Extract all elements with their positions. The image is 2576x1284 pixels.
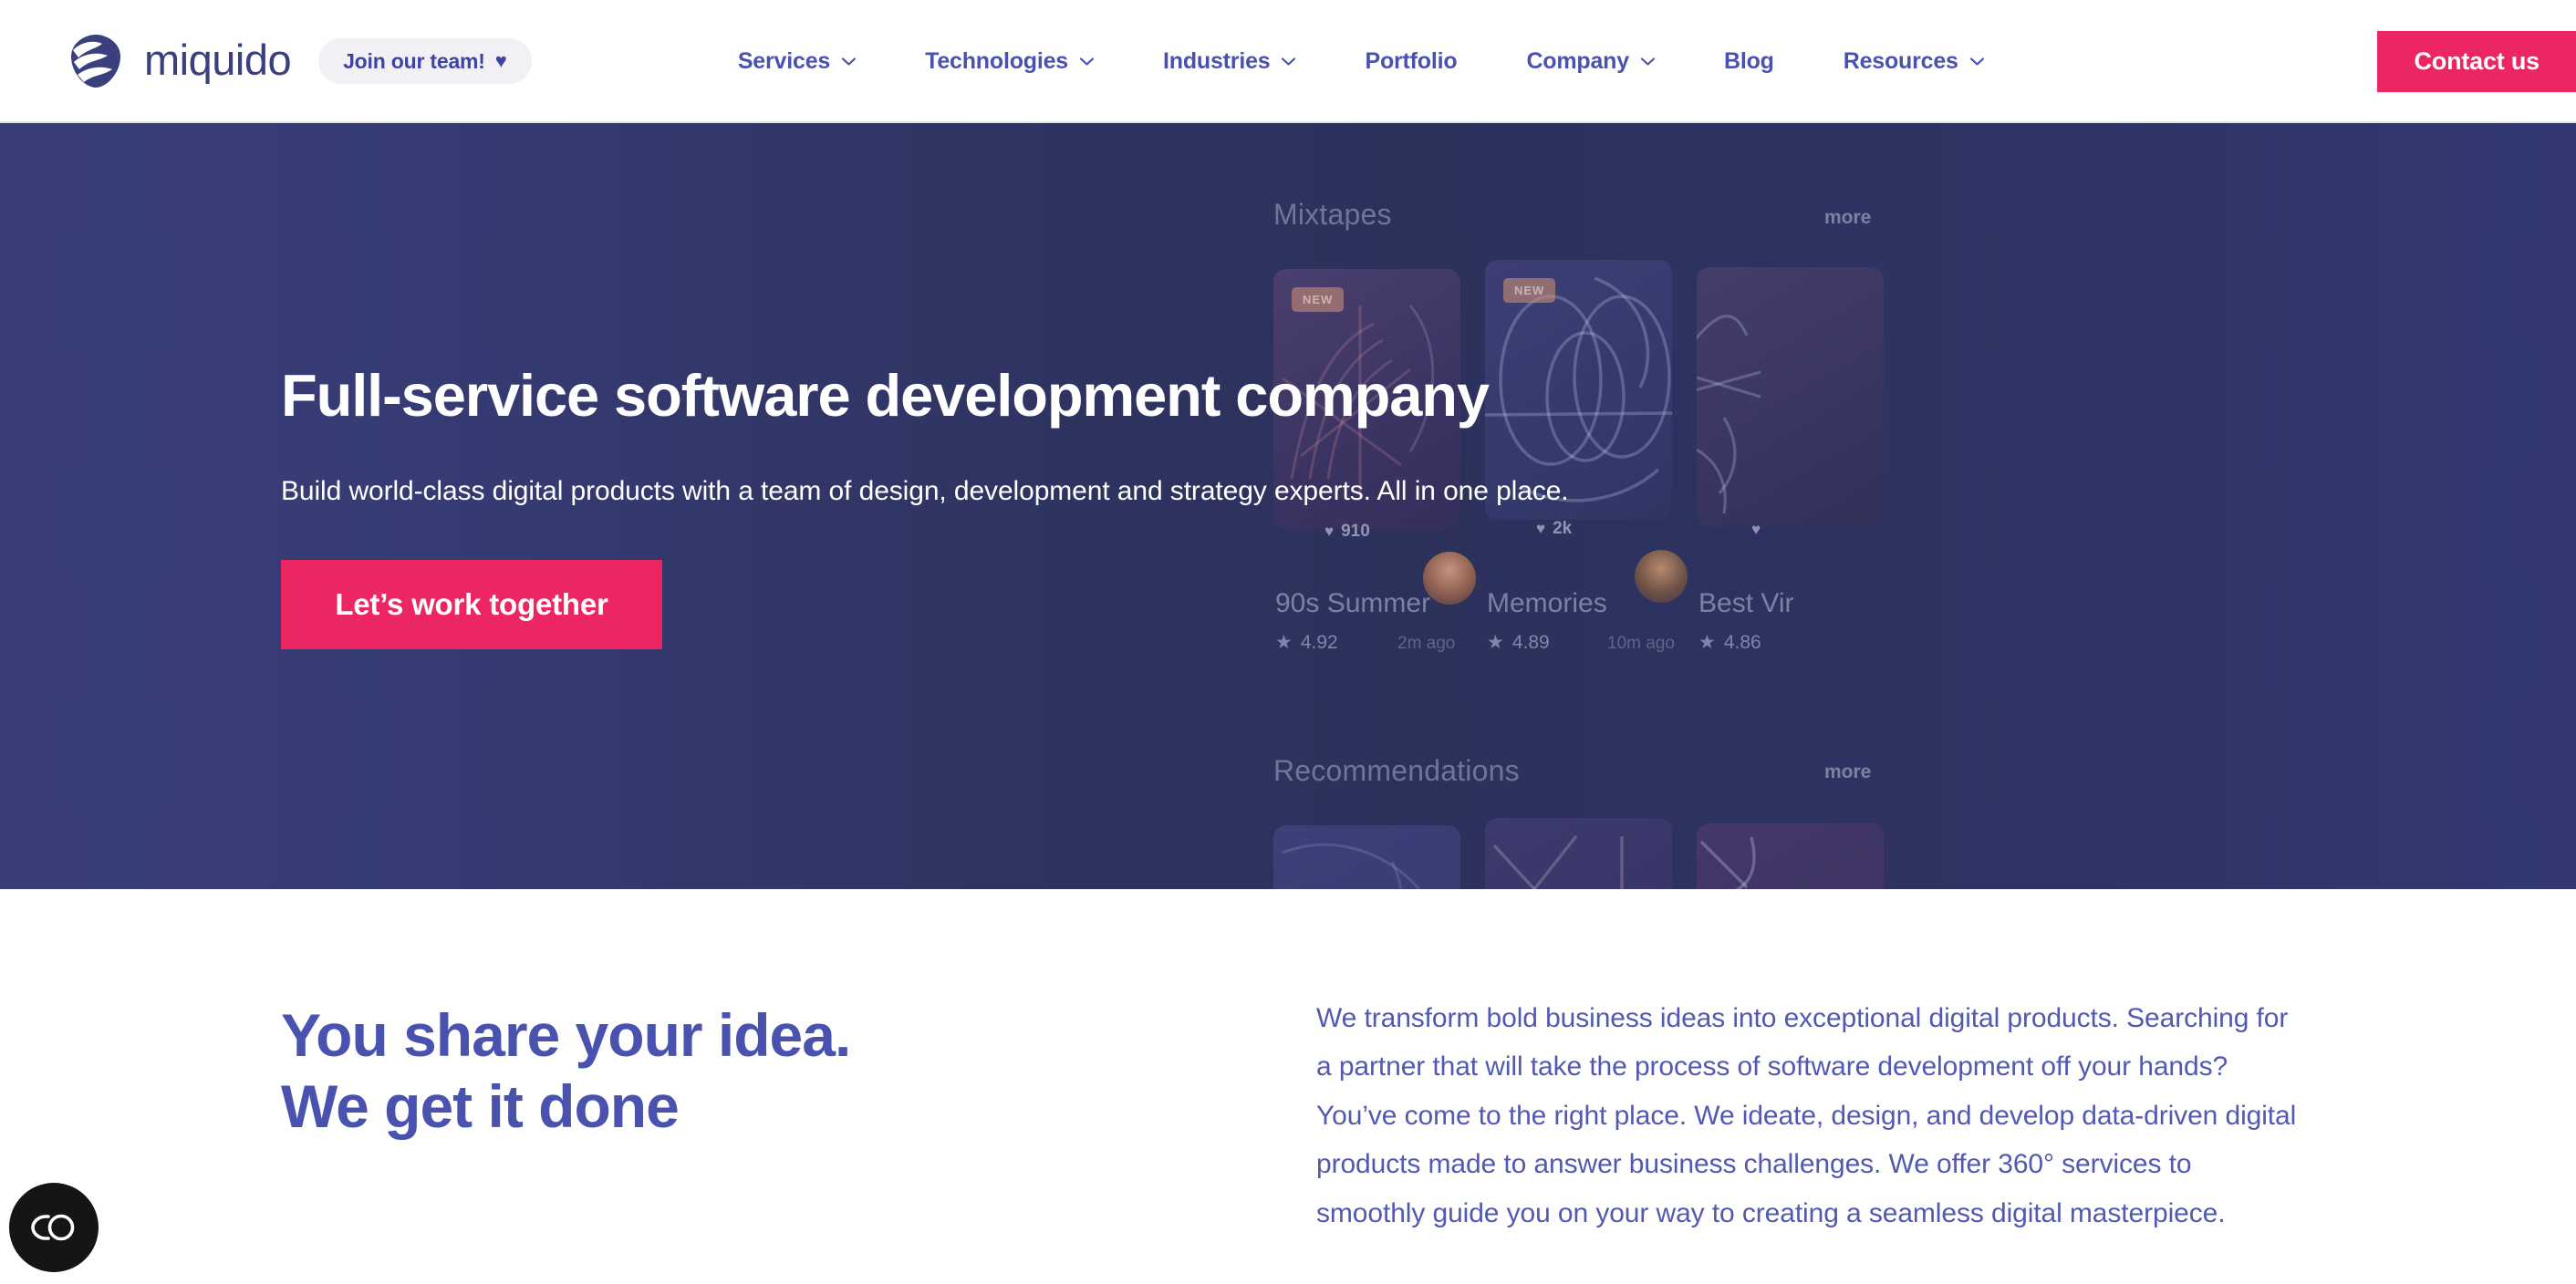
nav-label: Portfolio: [1365, 47, 1458, 74]
lets-work-together-button[interactable]: Let’s work together: [281, 560, 662, 650]
chevron-down-icon: [842, 57, 857, 66]
nav-label: Company: [1526, 47, 1629, 74]
chevron-down-icon: [1969, 57, 1984, 66]
nav-label: Blog: [1723, 47, 1774, 74]
cookie-consent-toggle-icon[interactable]: [9, 1183, 99, 1272]
intro-heading-line-1: You share your idea.: [281, 1001, 851, 1069]
brand-logo[interactable]: miquido: [68, 33, 292, 89]
chevron-down-icon: [1282, 57, 1296, 66]
site-header: miquido Join our team! ♥ Services Techno…: [0, 0, 2576, 123]
intro-section: You share your idea. We get it done We t…: [0, 889, 2576, 1284]
intro-heading: You share your idea. We get it done: [281, 1000, 851, 1143]
nav-item-blog[interactable]: Blog: [1689, 48, 1809, 75]
hero-content: Full-service software development compan…: [281, 123, 1832, 889]
nav-label: Technologies: [925, 47, 1068, 74]
heart-icon: ♥: [494, 49, 507, 72]
join-our-team-badge[interactable]: Join our team! ♥: [318, 38, 532, 84]
nav-item-resources[interactable]: Resources: [1809, 48, 2019, 75]
miquido-logo-icon: [68, 33, 124, 89]
nav-label: Resources: [1843, 47, 1958, 74]
nav-label: Services: [737, 47, 831, 74]
header-divider: [0, 121, 2576, 123]
nav-item-industries[interactable]: Industries: [1128, 48, 1330, 75]
chevron-down-icon: [1080, 57, 1094, 66]
nav-item-company[interactable]: Company: [1491, 48, 1689, 75]
nav-item-services[interactable]: Services: [703, 48, 890, 75]
hero-section: Mixtapes more NEW NEW ♥ 910 ♥ 2k ♥ 90s S…: [0, 123, 2576, 889]
hero-title: Full-service software development compan…: [281, 361, 1490, 429]
join-our-team-label: Join our team!: [343, 48, 485, 73]
contact-us-button[interactable]: Contact us: [2377, 31, 2576, 92]
main-navigation: Services Technologies Industries Portfol…: [703, 48, 2019, 75]
hero-subtitle: Build world-class digital products with …: [281, 476, 1569, 507]
nav-label: Industries: [1163, 47, 1271, 74]
nav-item-technologies[interactable]: Technologies: [890, 48, 1128, 75]
logo-wordmark: miquido: [144, 35, 292, 84]
intro-heading-line-2: We get it done: [281, 1072, 680, 1140]
intro-body-text: We transform bold business ideas into ex…: [1316, 1003, 2297, 1228]
nav-item-portfolio[interactable]: Portfolio: [1330, 48, 1491, 75]
chevron-down-icon: [1640, 57, 1655, 66]
